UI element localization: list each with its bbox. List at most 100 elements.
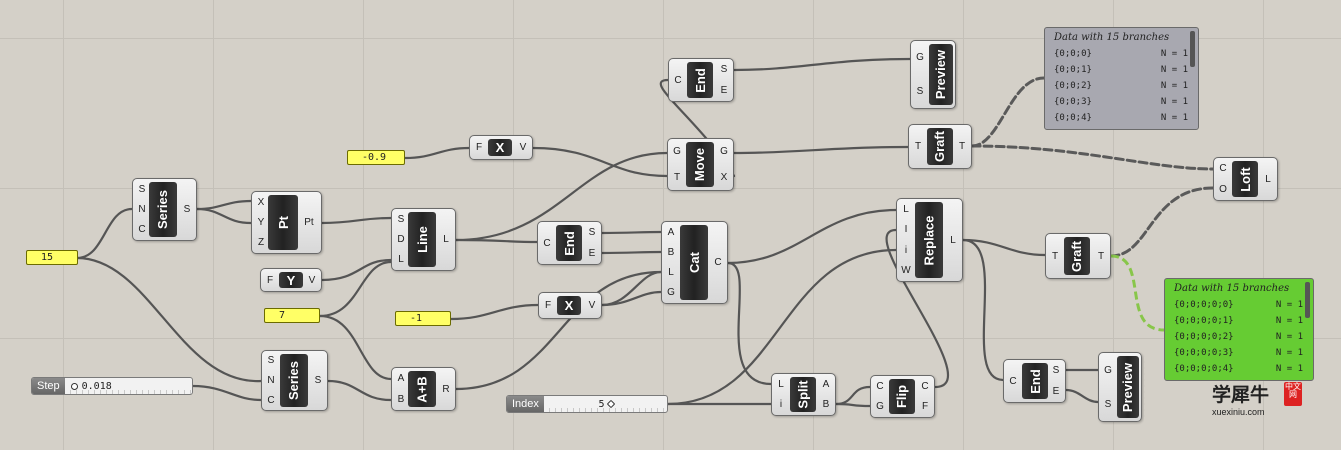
input-port[interactable]: C — [876, 381, 883, 392]
input-port[interactable]: S — [398, 214, 405, 225]
input-port[interactable]: G — [916, 52, 924, 63]
slider-knob[interactable] — [70, 382, 78, 390]
output-port[interactable]: E — [1053, 386, 1060, 397]
series-component-1[interactable]: SNC Series S — [132, 178, 197, 241]
scrollbar[interactable] — [1305, 282, 1310, 318]
input-port[interactable]: T — [915, 141, 921, 152]
input-port[interactable]: Z — [258, 237, 264, 248]
data-panel-gray[interactable]: Data with 15 branches {0;0;0} N = 1 {0;0;… — [1044, 27, 1199, 130]
input-port[interactable]: S — [139, 184, 146, 195]
line-component[interactable]: SDL Line L — [391, 208, 456, 271]
flip-matrix-component[interactable]: CG Flip CF — [870, 375, 935, 418]
number-panel-neg1[interactable]: -1 — [395, 311, 451, 326]
index-slider[interactable]: Index 5 — [506, 395, 668, 413]
input-port[interactable]: i — [905, 245, 907, 256]
end-points-component-2[interactable]: C End SE — [668, 58, 734, 102]
loft-component[interactable]: CO Loft L — [1213, 157, 1278, 201]
step-slider[interactable]: Step 0.018 — [31, 377, 193, 395]
input-port[interactable]: C — [267, 395, 274, 406]
output-port[interactable]: V — [309, 275, 316, 286]
output-port[interactable]: V — [520, 142, 527, 153]
graft-tree-component-1[interactable]: T Graft T — [908, 124, 972, 169]
end-points-component-3[interactable]: C End SE — [1003, 359, 1066, 403]
output-port[interactable]: S — [589, 227, 596, 238]
output-port[interactable]: L — [1265, 174, 1271, 185]
addition-component[interactable]: AB A+B R — [391, 367, 456, 411]
unit-y-component[interactable]: F Y V — [260, 268, 322, 292]
input-port[interactable]: Y — [258, 217, 265, 228]
input-port[interactable]: S — [917, 86, 924, 97]
data-panel-green[interactable]: Data with 15 branches {0;0;0;0;0} N = 1 {… — [1164, 278, 1314, 381]
input-port[interactable]: F — [545, 300, 551, 311]
slider-knob[interactable] — [607, 399, 616, 409]
input-port[interactable]: C — [1219, 163, 1226, 174]
output-port[interactable]: E — [721, 85, 728, 96]
input-port[interactable]: C — [138, 224, 145, 235]
number-panel-15[interactable]: 15 — [26, 250, 78, 265]
input-port[interactable]: D — [397, 234, 404, 245]
output-port[interactable]: E — [589, 248, 596, 259]
scrollbar[interactable] — [1190, 31, 1195, 67]
preview-component-1[interactable]: G S Preview — [910, 40, 961, 109]
input-port[interactable]: G — [673, 146, 681, 157]
merge-curves-component[interactable]: ABLG Cat C — [661, 221, 728, 304]
grasshopper-canvas[interactable]: 15 -0.9 7 -1 Step 0.018 Index 5 SNC Seri… — [0, 0, 1341, 450]
input-port[interactable]: C — [543, 238, 550, 249]
output-port[interactable]: S — [184, 204, 191, 215]
end-points-component-1[interactable]: C End SE — [537, 221, 602, 265]
input-port[interactable]: T — [1052, 251, 1058, 262]
input-port[interactable]: W — [901, 265, 910, 276]
output-port[interactable]: L — [443, 234, 449, 245]
unit-x-component-2[interactable]: F X V — [538, 292, 602, 319]
output-port[interactable]: S — [315, 375, 322, 386]
input-port[interactable]: C — [1009, 376, 1016, 387]
move-component[interactable]: G T Move G X — [667, 138, 734, 191]
unit-x-component-1[interactable]: F X V — [469, 135, 533, 160]
input-port[interactable]: C — [674, 75, 681, 86]
input-port[interactable]: T — [674, 172, 680, 183]
input-port[interactable]: X — [258, 197, 265, 208]
input-port[interactable]: I — [905, 224, 908, 235]
input-port[interactable]: F — [267, 275, 273, 286]
number-panel-7[interactable]: 7 — [264, 308, 320, 323]
replace-items-component[interactable]: LIiW Replace L — [896, 198, 963, 282]
output-port[interactable]: Pt — [304, 217, 313, 228]
input-port[interactable]: S — [268, 355, 275, 366]
input-port[interactable]: i — [780, 399, 782, 410]
input-port[interactable]: N — [138, 204, 145, 215]
input-port[interactable]: L — [398, 254, 404, 265]
output-port[interactable]: B — [823, 399, 830, 410]
graft-tree-component-2[interactable]: T Graft T — [1045, 233, 1111, 279]
output-port[interactable]: V — [589, 300, 596, 311]
number-panel-neg0-9[interactable]: -0.9 — [347, 150, 405, 165]
output-port[interactable]: T — [959, 141, 965, 152]
input-port[interactable]: F — [476, 142, 482, 153]
series-component-2[interactable]: SNC Series S — [261, 350, 328, 411]
output-port[interactable]: S — [1053, 365, 1060, 376]
output-port[interactable]: G — [720, 146, 728, 157]
input-port[interactable]: O — [1219, 184, 1227, 195]
input-port[interactable]: L — [668, 267, 674, 278]
input-port[interactable]: N — [267, 375, 274, 386]
input-port[interactable]: G — [876, 401, 884, 412]
preview-component-2[interactable]: G S Preview — [1098, 352, 1147, 422]
input-port[interactable]: B — [398, 394, 405, 405]
input-port[interactable]: L — [903, 204, 909, 215]
output-port[interactable]: S — [721, 64, 728, 75]
input-port[interactable]: A — [668, 227, 675, 238]
output-port[interactable]: C — [714, 257, 721, 268]
output-port[interactable]: C — [921, 381, 928, 392]
input-port[interactable]: G — [1104, 365, 1112, 376]
output-port[interactable]: A — [823, 379, 830, 390]
output-port[interactable]: X — [721, 172, 728, 183]
input-port[interactable]: G — [667, 287, 675, 298]
input-port[interactable]: B — [668, 247, 675, 258]
output-port[interactable]: R — [442, 384, 449, 395]
output-port[interactable]: T — [1098, 251, 1104, 262]
input-port[interactable]: A — [398, 373, 405, 384]
input-port[interactable]: S — [1105, 399, 1112, 410]
input-port[interactable]: L — [778, 379, 784, 390]
construct-point-component[interactable]: XYZ Pt Pt — [251, 191, 322, 254]
split-list-component[interactable]: Li Split AB — [771, 373, 836, 416]
output-port[interactable]: F — [922, 401, 928, 412]
